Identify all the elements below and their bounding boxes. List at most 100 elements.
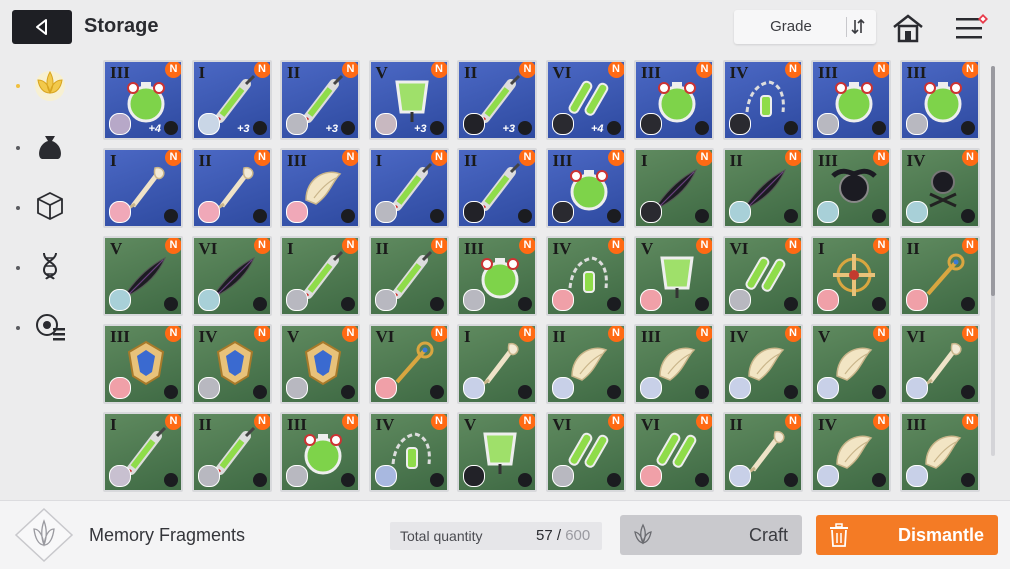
fragment-card[interactable]: II N xyxy=(899,236,980,316)
fragment-card[interactable]: VN xyxy=(457,412,537,492)
memory-fragment-tab[interactable] xyxy=(28,64,72,104)
bag-tab[interactable] xyxy=(28,126,72,166)
character-avatar xyxy=(463,465,485,487)
scrollbar-thumb[interactable] xyxy=(991,66,995,296)
character-avatar xyxy=(728,377,751,399)
new-badge: N xyxy=(607,238,624,254)
fragment-card[interactable]: IV N xyxy=(722,324,803,404)
dna-tab[interactable] xyxy=(28,246,72,286)
grade-sort-button[interactable]: Grade xyxy=(734,10,876,44)
fragment-card[interactable]: III N xyxy=(545,148,626,228)
class-icon xyxy=(783,121,798,135)
enhance-level: +3 xyxy=(325,123,338,135)
grade-numeral: III xyxy=(110,63,130,82)
class-icon xyxy=(960,209,975,223)
fragment-card[interactable]: III N xyxy=(280,412,360,492)
character-avatar xyxy=(286,201,308,223)
fragment-card[interactable]: IV N xyxy=(899,148,980,228)
new-badge: N xyxy=(873,150,889,166)
menu-button[interactable] xyxy=(952,10,992,46)
grade-numeral: I xyxy=(375,151,383,170)
grade-numeral: III xyxy=(641,327,661,346)
fragment-card[interactable]: I N +3 xyxy=(191,60,272,140)
fragment-card[interactable]: III N +4 xyxy=(103,60,183,140)
fragment-card[interactable]: VI N xyxy=(722,236,803,316)
fragment-card[interactable]: IV N xyxy=(545,236,626,316)
back-button[interactable] xyxy=(12,10,72,44)
fragment-card[interactable]: II N xyxy=(722,148,803,228)
character-avatar xyxy=(817,113,839,135)
fragment-card[interactable]: V N +3 xyxy=(368,60,449,140)
new-badge: N xyxy=(430,62,447,78)
grade-numeral: II xyxy=(198,151,212,170)
class-icon xyxy=(783,385,798,399)
fragment-card[interactable]: II N +3 xyxy=(457,60,537,140)
fragment-card[interactable]: VI N xyxy=(899,324,980,404)
class-icon xyxy=(341,121,355,135)
fragment-card[interactable]: IN xyxy=(103,148,183,228)
fragment-card[interactable]: II N xyxy=(457,148,537,228)
fragment-card[interactable]: IV N xyxy=(811,412,891,492)
total-quantity-box: Total quantity 57 / 600 xyxy=(390,522,602,550)
new-badge: N xyxy=(961,238,978,254)
fragment-card[interactable]: III N xyxy=(457,236,537,316)
home-button[interactable] xyxy=(890,12,926,44)
quantity-capacity: 600 xyxy=(565,527,591,544)
new-badge: N xyxy=(165,62,181,78)
fragment-card[interactable]: III N xyxy=(811,60,891,140)
new-badge: N xyxy=(342,238,358,254)
dismantle-button[interactable]: Dismantle xyxy=(816,515,998,555)
fragment-card[interactable]: III N xyxy=(103,324,183,404)
craft-button[interactable]: Craft xyxy=(620,515,802,555)
fragment-card[interactable]: IN xyxy=(280,236,360,316)
fragment-card[interactable]: IN xyxy=(103,412,183,492)
fragment-card[interactable]: IN xyxy=(811,236,891,316)
class-icon xyxy=(341,297,355,311)
new-badge: N xyxy=(253,414,270,430)
fragment-card[interactable]: III N xyxy=(899,412,980,492)
fragment-card[interactable]: IV N xyxy=(722,60,803,140)
class-icon xyxy=(872,121,886,135)
fragment-card[interactable]: VI N xyxy=(545,412,626,492)
fragment-card[interactable]: IN xyxy=(368,148,449,228)
fragment-card[interactable]: III N xyxy=(280,148,360,228)
character-avatar xyxy=(640,201,662,223)
fragment-card[interactable]: III N xyxy=(634,60,714,140)
fragment-card[interactable]: III N xyxy=(634,324,714,404)
fragment-card[interactable]: VI N xyxy=(368,324,449,404)
fragment-card[interactable]: VI N xyxy=(634,412,714,492)
fragment-card[interactable]: VN xyxy=(811,324,891,404)
fragment-card[interactable]: II N +3 xyxy=(280,60,360,140)
fragment-card[interactable]: III N xyxy=(811,148,891,228)
fragment-card[interactable]: VI N xyxy=(191,236,272,316)
character-avatar xyxy=(109,201,131,223)
fragment-card[interactable]: VN xyxy=(634,236,714,316)
fragment-card[interactable]: VN xyxy=(103,236,183,316)
fragment-card[interactable]: IV N xyxy=(368,412,449,492)
grade-numeral: IV xyxy=(375,415,395,434)
fragment-card[interactable]: IN xyxy=(634,148,714,228)
fragment-card[interactable]: VN xyxy=(280,324,360,404)
fragment-card[interactable]: IV N xyxy=(191,324,272,404)
grade-numeral: I xyxy=(198,63,206,82)
gear-list-tab[interactable] xyxy=(28,306,72,346)
grade-numeral: VI xyxy=(552,415,572,434)
fragment-card[interactable]: IN xyxy=(457,324,537,404)
class-icon xyxy=(872,297,886,311)
fragment-card[interactable]: II N xyxy=(722,412,803,492)
cube-tab[interactable] xyxy=(28,186,72,226)
grade-numeral: II xyxy=(552,327,566,346)
grade-numeral: III xyxy=(110,327,130,346)
class-icon xyxy=(429,297,444,311)
fragment-card[interactable]: II N xyxy=(368,236,449,316)
total-quantity-label: Total quantity xyxy=(400,528,483,544)
fragment-card[interactable]: II N xyxy=(191,148,272,228)
fragment-card[interactable]: III N xyxy=(899,60,980,140)
class-icon xyxy=(960,473,975,487)
class-icon xyxy=(783,209,798,223)
fragment-card[interactable]: VI N +4 xyxy=(545,60,626,140)
sort-order-icon[interactable] xyxy=(846,17,869,37)
class-icon xyxy=(695,121,709,135)
fragment-card[interactable]: II N xyxy=(191,412,272,492)
fragment-card[interactable]: II N xyxy=(545,324,626,404)
